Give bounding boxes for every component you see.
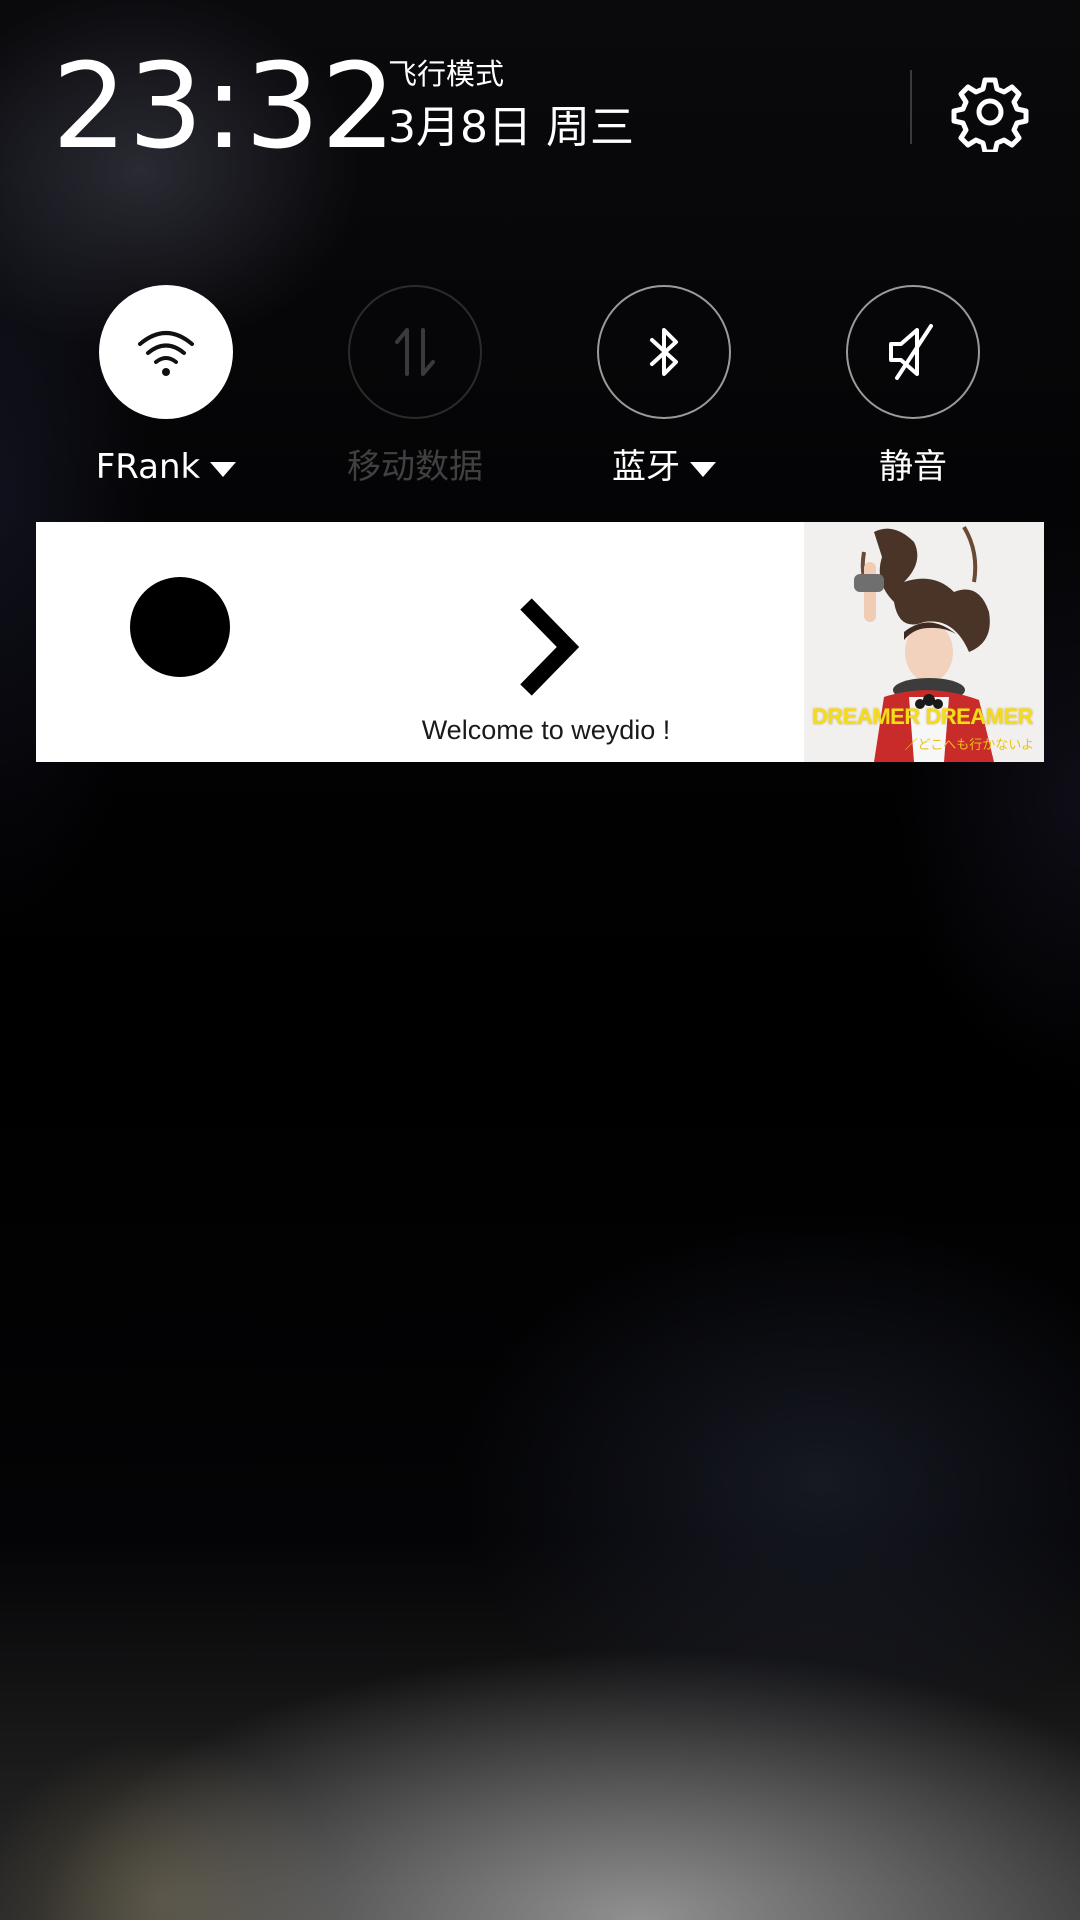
bluetooth-icon [650,328,678,376]
record-dot-icon[interactable] [130,577,230,677]
tile-mute[interactable]: 静音 [798,285,1028,505]
date-label[interactable]: 3月8日 周三 [388,100,634,156]
tile-mobile-data[interactable]: 移动数据 [300,285,530,505]
wifi-toggle[interactable] [99,285,233,419]
tile-wifi[interactable]: FRank [51,285,281,505]
wifi-icon [138,331,194,376]
mobile-data-toggle[interactable] [348,285,482,419]
bluetooth-label-text: 蓝牙 [612,447,680,487]
album-cover-subtitle: ／どこへも行かないよ [904,738,1034,753]
album-cover-title: DREAMER DREAMER [812,704,1034,729]
wifi-label[interactable]: FRank [51,445,281,489]
bluetooth-label[interactable]: 蓝牙 [549,445,779,489]
bluetooth-toggle[interactable] [597,285,731,419]
caret-down-icon[interactable] [690,461,716,477]
clock[interactable]: 23:32 [52,36,397,176]
mute-icon [889,324,933,380]
mute-label: 静音 [879,447,947,487]
header-divider [910,70,912,144]
album-cover[interactable]: DREAMER DREAMER ／どこへも行かないよ [804,522,1044,762]
tile-bluetooth[interactable]: 蓝牙 [549,285,779,505]
wifi-network-name: FRank [95,447,201,487]
notification-message: Welcome to weydio ! [421,715,671,745]
settings-button[interactable] [950,72,1030,155]
mobile-data-icon [395,328,435,376]
media-notification[interactable]: Welcome to weydio ! DREAMER DREAMER ／どこへ… [36,522,1044,762]
airplane-mode-label: 飞行模式 [388,57,505,91]
mobile-data-label: 移动数据 [347,447,483,487]
chevron-right-icon[interactable] [506,592,596,702]
mute-toggle[interactable] [846,285,980,419]
notification-header: 23:32 飞行模式 3月8日 周三 [0,0,1080,200]
caret-down-icon[interactable] [210,461,237,477]
gear-icon [951,77,1029,155]
